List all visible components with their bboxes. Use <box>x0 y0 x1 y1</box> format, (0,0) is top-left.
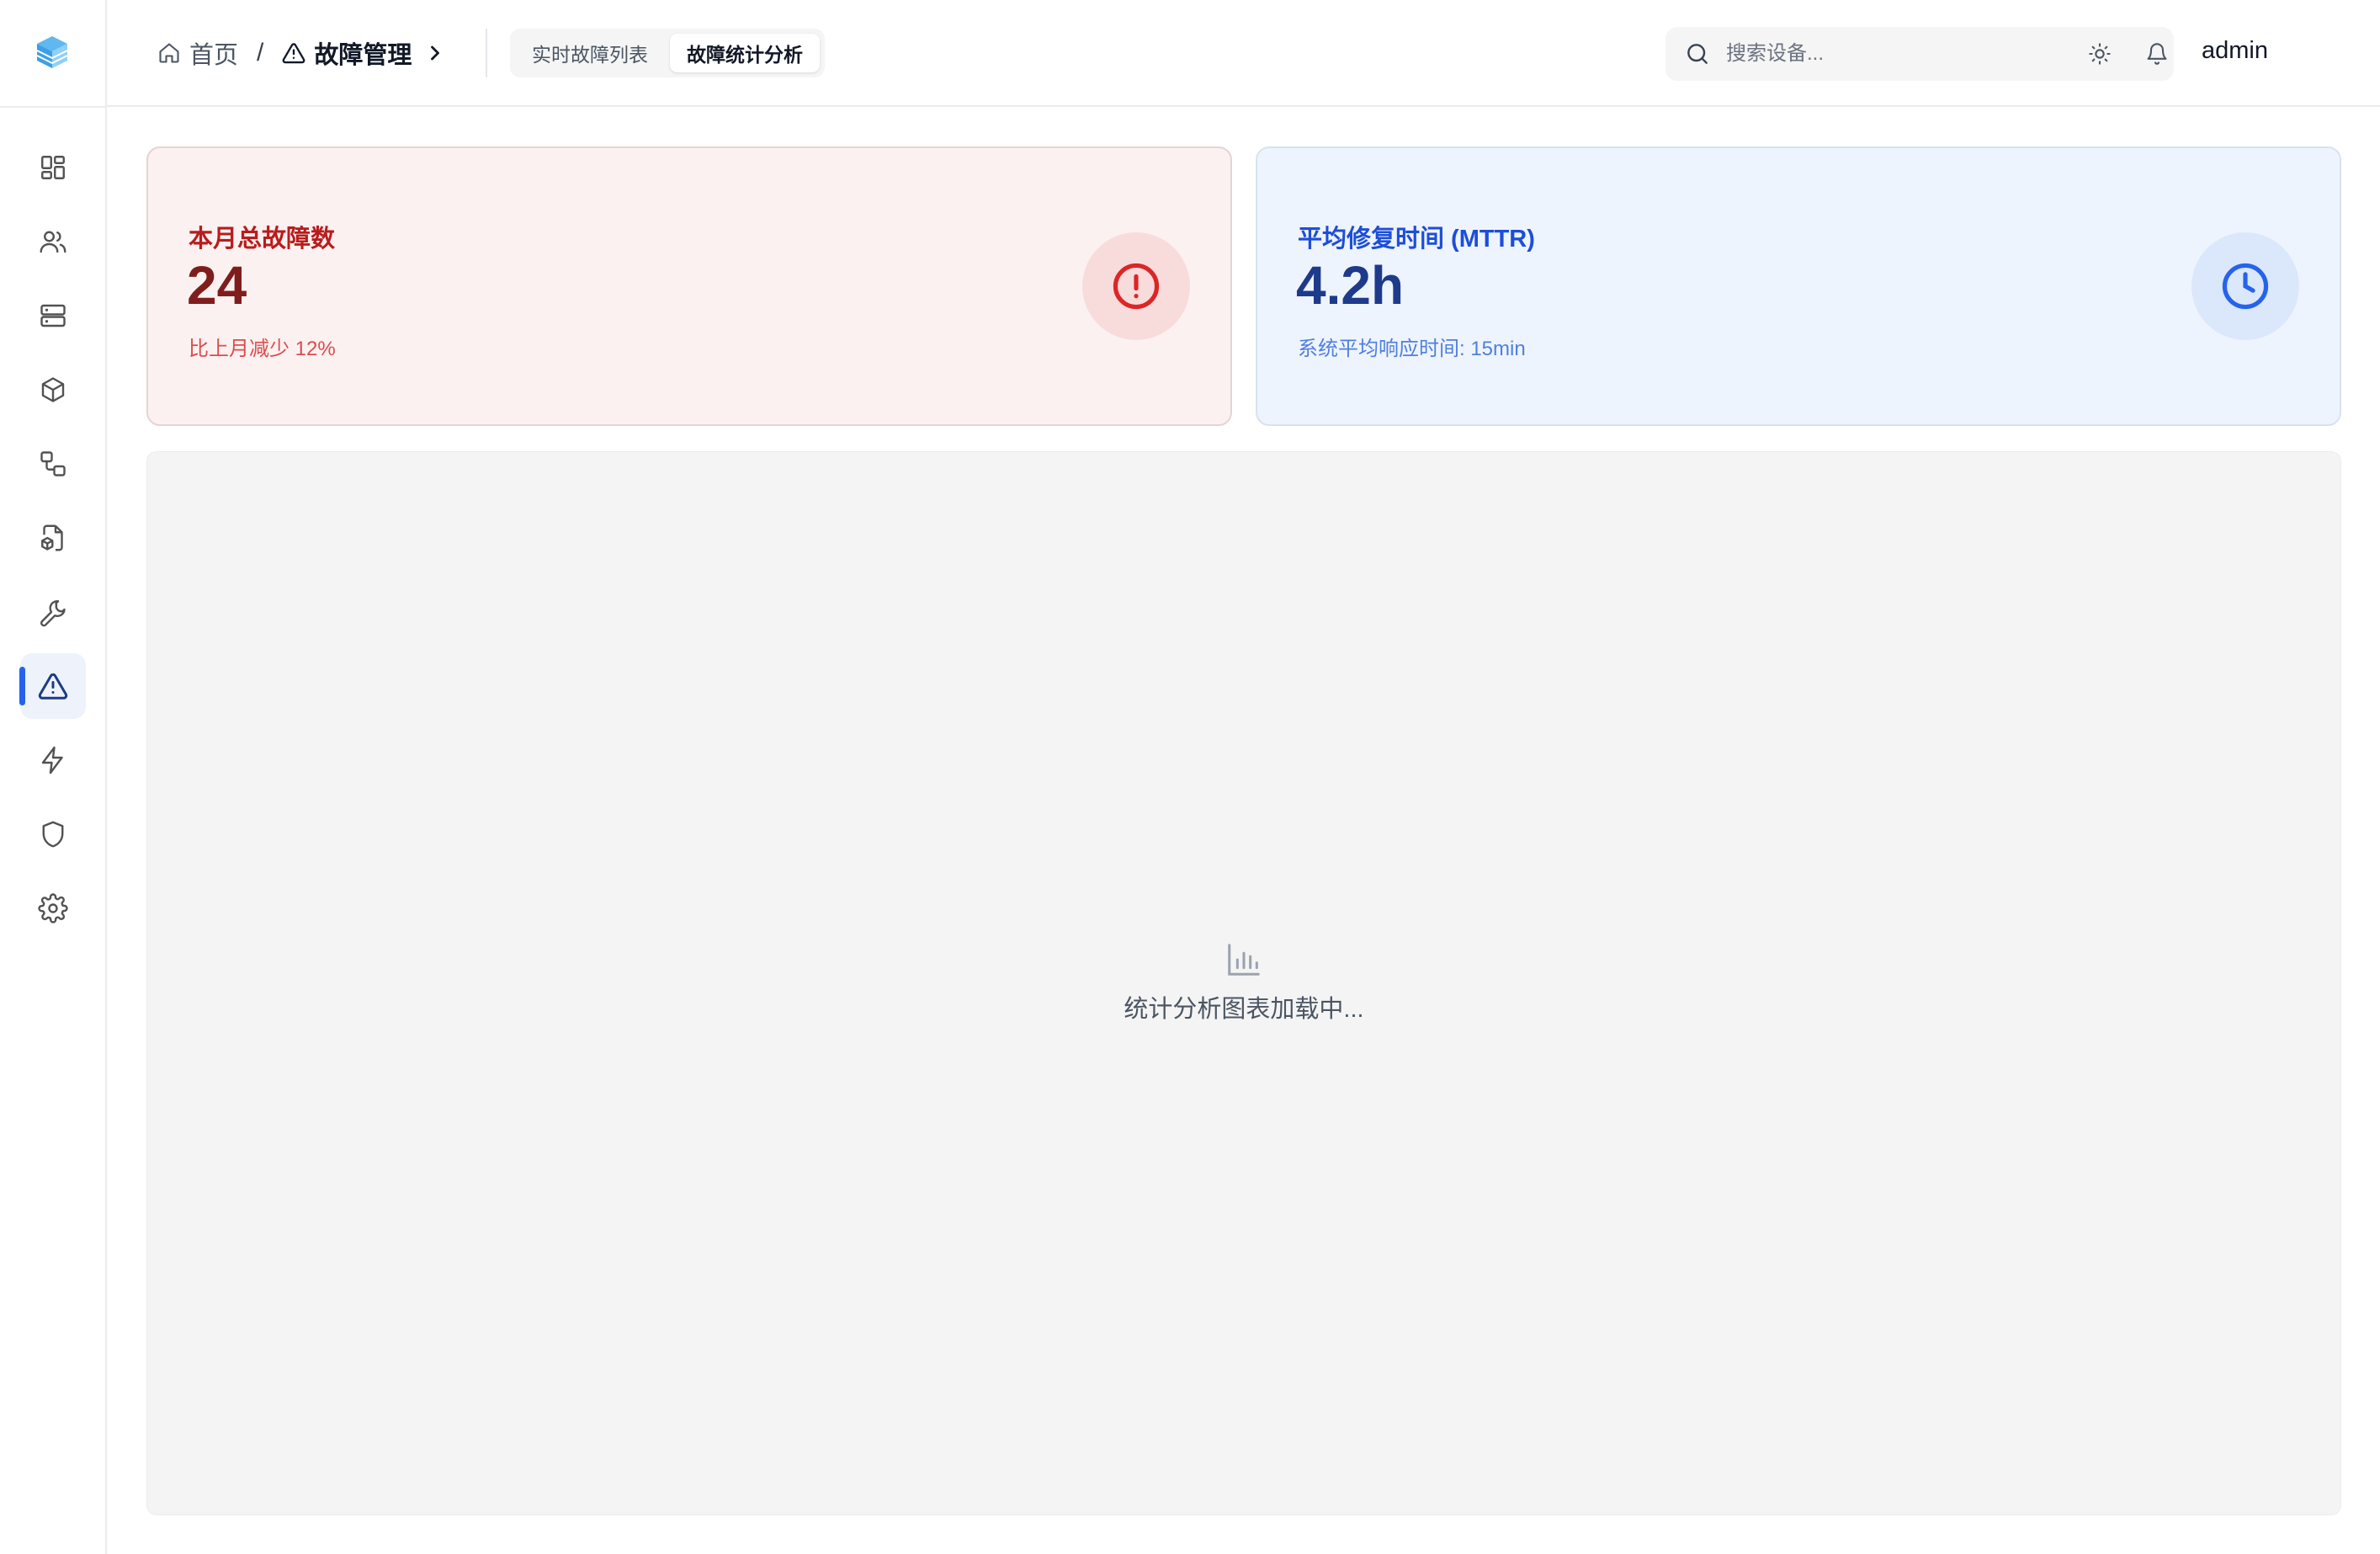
flow-icon <box>40 451 66 476</box>
sidebar-item-power[interactable] <box>20 727 86 793</box>
grid-icon <box>41 156 65 179</box>
stat-label: 本月总故障数 <box>189 226 336 253</box>
search-input[interactable] <box>1726 42 2130 66</box>
stat-label: 平均修复时间 (MTTR) <box>1298 226 1535 253</box>
stat-card-monthly-faults: 本月总故障数 24 比上月减少 12% <box>146 146 1232 426</box>
sidebar-item-servers[interactable] <box>20 283 86 349</box>
search-icon <box>1687 44 1708 64</box>
sidebar-item-users[interactable] <box>20 209 86 274</box>
header-divider <box>486 29 487 77</box>
statistics-chart-panel: 统计分析图表加载中... <box>146 451 2341 1515</box>
breadcrumb: 首页 / 故障管理 <box>157 32 447 74</box>
stat-subtext: 系统平均响应时间: 15min <box>1298 338 1526 360</box>
breadcrumb-separator: / <box>257 39 264 67</box>
cube-icon <box>41 377 65 402</box>
sidebar-item-workflow[interactable] <box>20 431 86 497</box>
stat-value: 4.2h <box>1296 255 1405 316</box>
sidebar-item-devices[interactable] <box>20 357 86 423</box>
alert-triangle-icon <box>283 43 305 64</box>
breadcrumb-current-label: 故障管理 <box>314 42 412 69</box>
shield-icon <box>42 821 64 848</box>
gear-icon <box>38 893 68 923</box>
sidebar-item-faults[interactable] <box>19 653 86 719</box>
clock-icon <box>2191 232 2299 340</box>
theme-toggle-button[interactable] <box>2083 37 2117 71</box>
sun-icon <box>2089 43 2111 65</box>
file-box-icon <box>41 524 63 551</box>
tab-realtime-fault-list[interactable]: 实时故障列表 <box>515 34 665 72</box>
sidebar-item-device-files[interactable] <box>20 505 86 571</box>
stat-subtext: 比上月减少 12% <box>189 338 336 360</box>
tab-fault-statistics[interactable]: 故障统计分析 <box>670 34 820 72</box>
view-tabs: 实时故障列表 故障统计分析 <box>510 29 825 77</box>
breadcrumb-home[interactable]: 首页 <box>157 35 238 71</box>
sidebar-item-dashboard[interactable] <box>20 135 86 200</box>
sidebar <box>0 0 107 1554</box>
bell-icon <box>2147 43 2167 65</box>
users-icon <box>40 231 66 253</box>
alert-triangle-icon <box>38 673 68 700</box>
server-icon <box>40 304 66 327</box>
stat-value: 24 <box>187 255 247 316</box>
breadcrumb-current[interactable]: 故障管理 <box>282 35 447 71</box>
bar-chart-icon <box>1228 944 1260 976</box>
wrench-icon <box>40 600 66 627</box>
home-icon <box>159 43 179 63</box>
sidebar-item-settings[interactable] <box>20 875 86 941</box>
stat-card-mttr: 平均修复时间 (MTTR) 4.2h 系统平均响应时间: 15min <box>1256 146 2341 426</box>
sidebar-item-maintenance[interactable] <box>20 579 86 645</box>
sidebar-item-security[interactable] <box>20 801 86 867</box>
lightning-icon <box>41 746 63 774</box>
app-logo[interactable] <box>29 29 76 76</box>
chevron-right-icon[interactable] <box>423 41 447 65</box>
loading-text: 统计分析图表加载中... <box>1124 996 1364 1023</box>
sidebar-divider <box>0 106 107 108</box>
alert-circle-icon <box>1082 232 1190 340</box>
user-name[interactable]: admin <box>2202 37 2268 65</box>
logo-cube-icon <box>36 36 68 68</box>
notifications-button[interactable] <box>2140 37 2174 71</box>
breadcrumb-home-label: 首页 <box>189 42 239 69</box>
top-header: 首页 / 故障管理 实时故障列表 故障统计分析 搜索设备... admin <box>107 0 2380 107</box>
chart-loading-indicator: 统计分析图表加载中... <box>147 940 2340 1024</box>
